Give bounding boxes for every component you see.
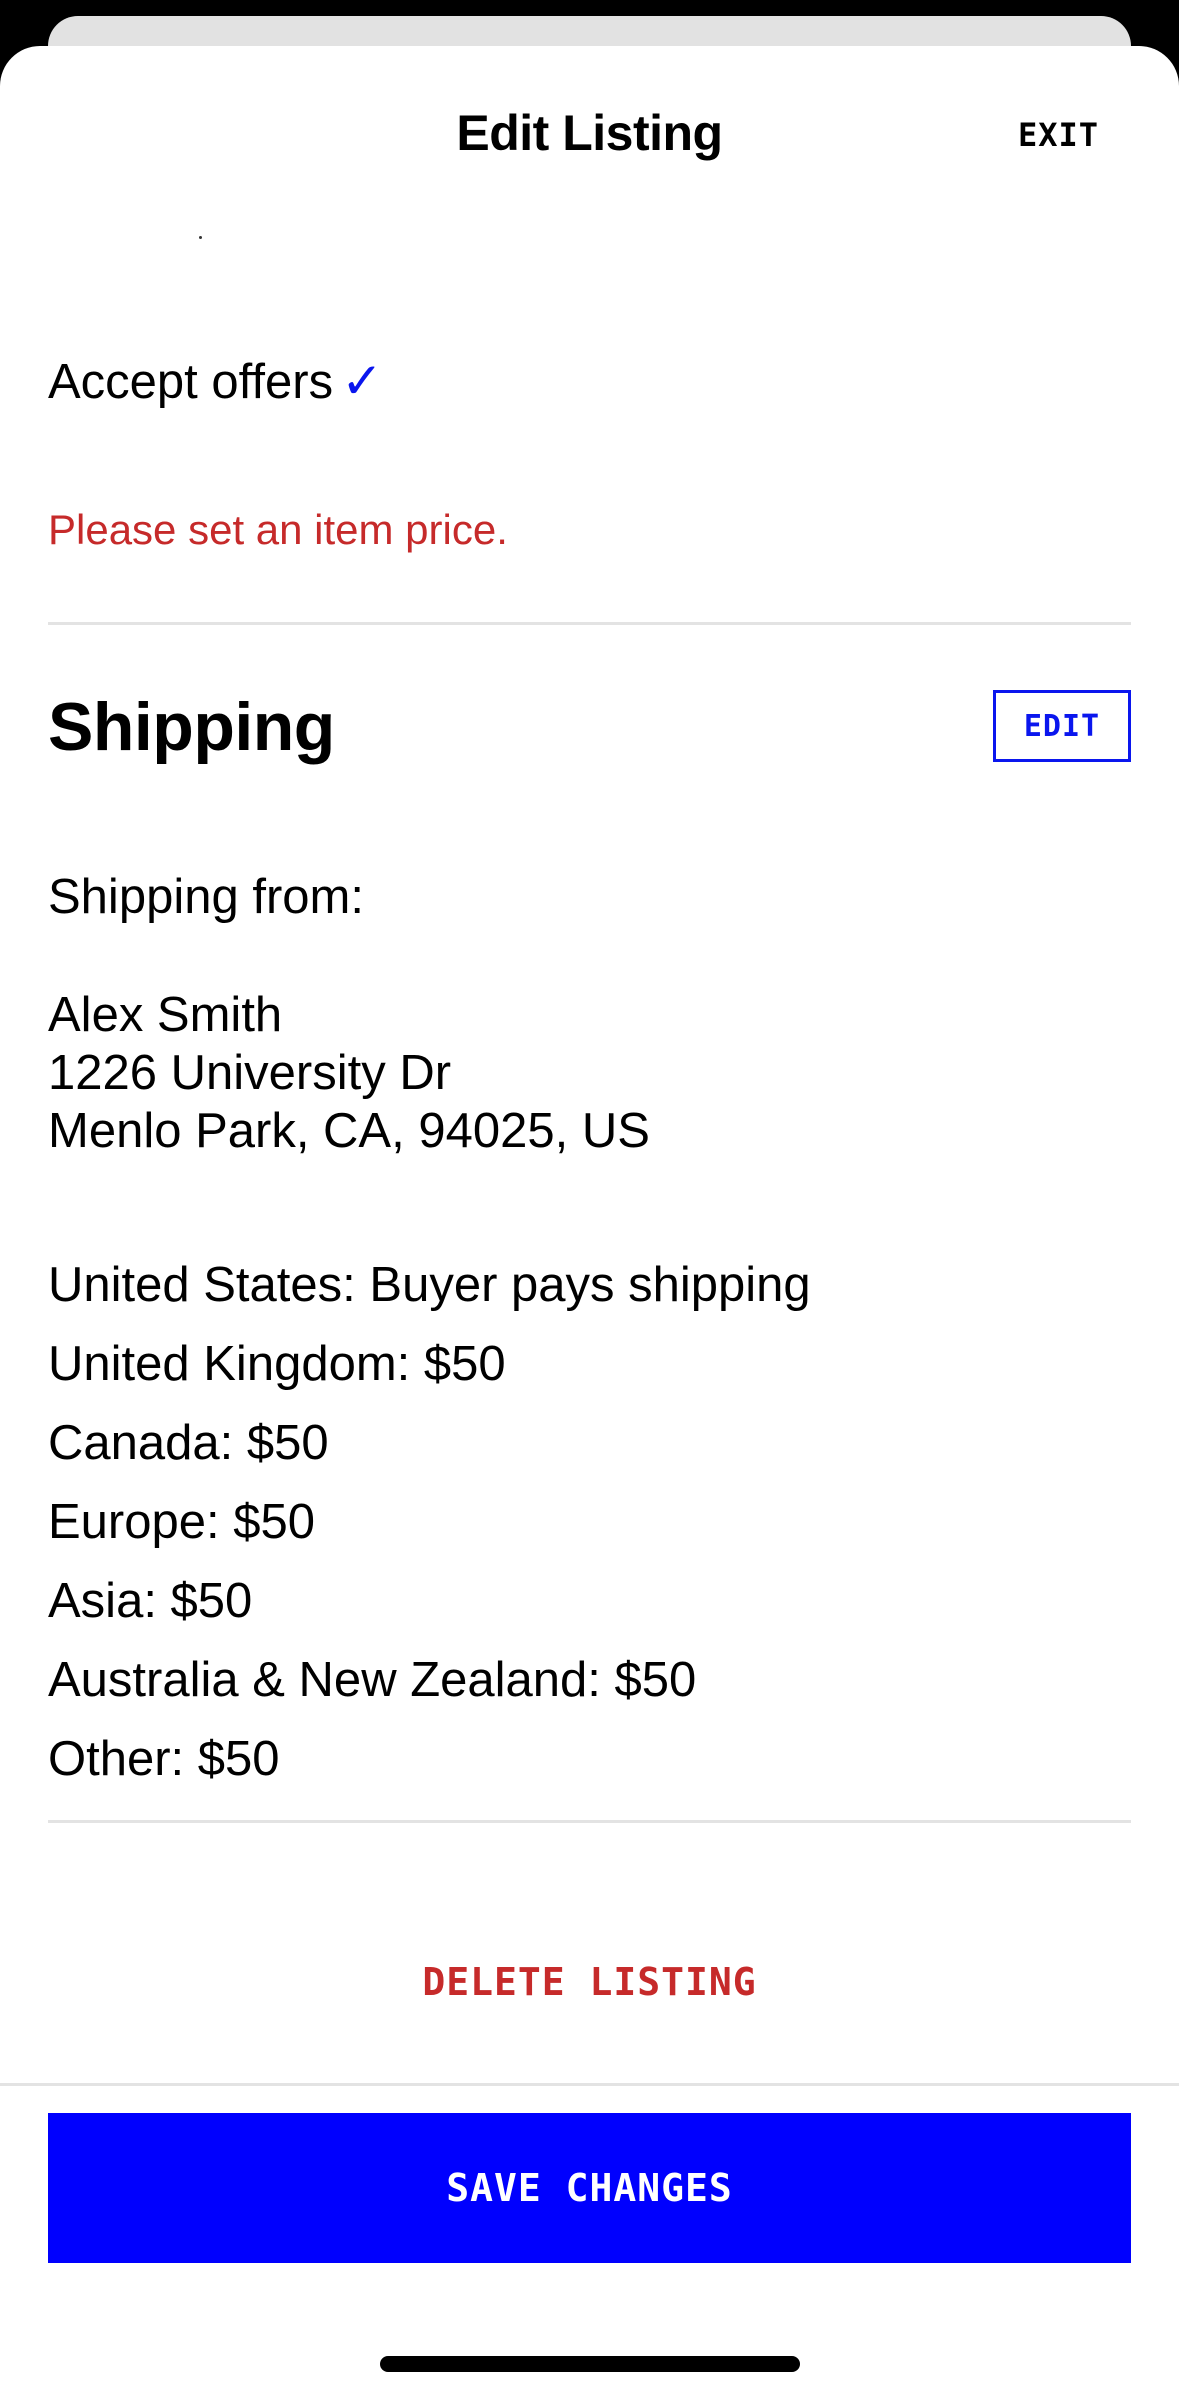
shipping-from-label: Shipping from:	[48, 870, 364, 924]
accept-offers-label: Accept offers	[48, 355, 334, 409]
divider	[48, 1820, 1131, 1823]
home-indicator[interactable]	[380, 2356, 800, 2372]
shipping-rate-row: United States: Buyer pays shipping	[48, 1258, 811, 1312]
checkmark-icon: ✓	[341, 353, 383, 409]
divider	[48, 622, 1131, 625]
accept-offers-toggle[interactable]: Accept offers ✓	[48, 352, 383, 410]
shipping-rates-list: United States: Buyer pays shipping Unite…	[48, 1246, 811, 1799]
price-error-message: Please set an item price.	[48, 506, 508, 553]
shipping-rate-row: United Kingdom: $50	[48, 1337, 506, 1391]
shipping-rate-row: Asia: $50	[48, 1574, 253, 1628]
address-name: Alex Smith	[48, 988, 283, 1042]
delete-listing-button[interactable]: DELETE LISTING	[0, 1960, 1179, 2004]
scroll-artifact-dot	[199, 236, 202, 239]
edit-shipping-button[interactable]: EDIT	[993, 690, 1131, 762]
address-city: Menlo Park, CA, 94025, US	[48, 1104, 650, 1158]
shipping-heading: Shipping	[48, 689, 335, 765]
save-changes-button[interactable]: SAVE CHANGES	[48, 2113, 1131, 2263]
edit-listing-sheet: Edit Listing EXIT Accept offers ✓ Please …	[0, 46, 1179, 2396]
page-title: Edit Listing	[456, 105, 723, 161]
shipping-rate-row: Canada: $50	[48, 1416, 329, 1470]
shipping-rate-row: Australia & New Zealand: $50	[48, 1653, 697, 1707]
exit-button[interactable]: EXIT	[1018, 116, 1099, 154]
screen: Edit Listing EXIT Accept offers ✓ Please …	[0, 0, 1179, 2396]
shipping-rate-row: Europe: $50	[48, 1495, 315, 1549]
shipping-rate-row: Other: $50	[48, 1732, 280, 1786]
address-street: 1226 University Dr	[48, 1046, 452, 1100]
shipping-address: Alex Smith 1226 University Dr Menlo Park…	[48, 986, 650, 1160]
